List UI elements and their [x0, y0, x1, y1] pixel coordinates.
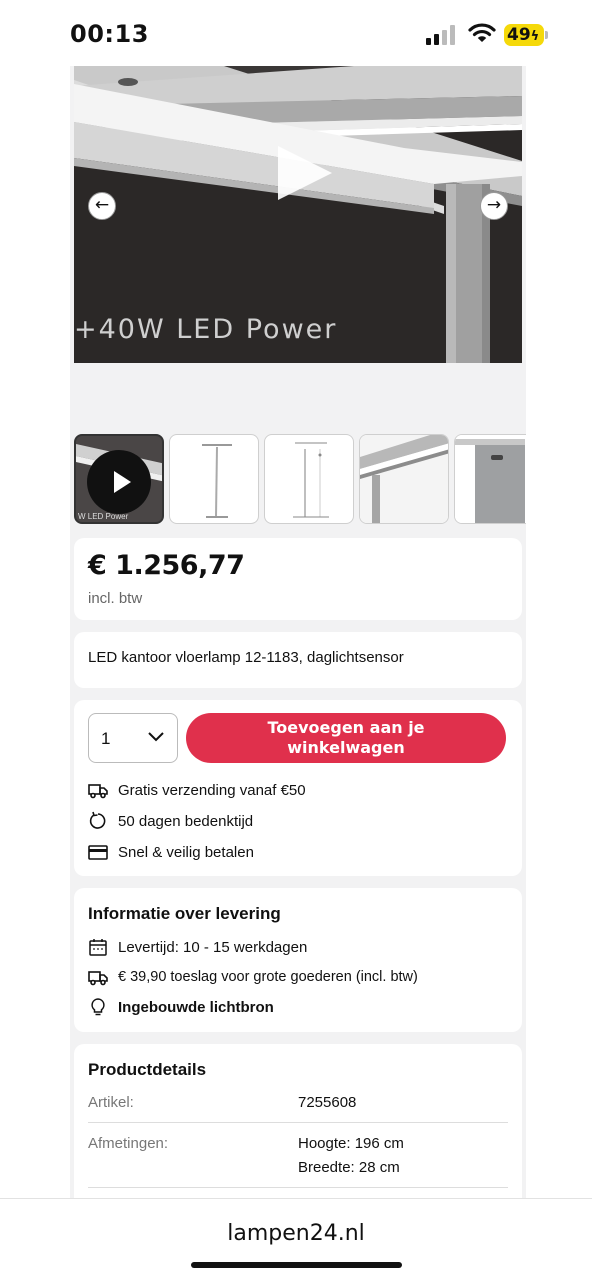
benefit-text: Snel & veilig betalen: [118, 843, 254, 861]
product-title-card: LED kantoor vloerlamp 12-1183, daglichts…: [74, 632, 522, 688]
product-title: LED kantoor vloerlamp 12-1183, daglichts…: [88, 649, 404, 666]
benefit-row: Gratis verzending vanaf €50: [88, 779, 306, 801]
status-time: 00:13: [70, 20, 149, 48]
divider: [88, 1187, 508, 1188]
dimensions-label: Afmetingen:: [88, 1135, 169, 1152]
battery-indicator: 49ϟ: [504, 24, 544, 46]
price-card: € 1.256,77 incl. btw: [74, 538, 522, 620]
surcharge-text: € 39,90 toeslag voor grote goederen (inc…: [118, 969, 418, 985]
card-icon: [88, 845, 108, 860]
page-content[interactable]: +40W LED Power ← → W LED Power € 1.256,7…: [70, 66, 526, 1198]
dimension-drawing: [293, 442, 329, 518]
thumbnail-5[interactable]: [454, 434, 526, 524]
delivery-row: Ingebouwde lichtbron: [88, 996, 274, 1018]
details-title: Productdetails: [88, 1060, 207, 1079]
cart-card: 1 Toevoegen aan je winkelwagen Gratis ve…: [74, 700, 522, 876]
delivery-card: Informatie over levering Levertijd: 10 -…: [74, 888, 522, 1032]
product-details-card: Productdetails Artikel: 7255608 Afmeting…: [74, 1044, 522, 1198]
status-bar: 00:13 49ϟ: [0, 0, 592, 66]
add-to-cart-label-line2: winkelwagen: [287, 738, 405, 757]
lamp-head-photo: [360, 435, 448, 523]
article-label: Artikel:: [88, 1094, 134, 1111]
battery-nub: [545, 31, 548, 39]
chevron-down-icon: [148, 732, 164, 742]
thumbnail-3[interactable]: [264, 434, 354, 524]
thumbnail-caption: W LED Power: [78, 512, 129, 521]
video-caption: +40W LED Power: [74, 314, 338, 345]
battery-level: 49: [507, 25, 531, 45]
truck-icon: [88, 784, 108, 799]
article-value: 7255608: [298, 1094, 357, 1111]
truck-icon: [88, 971, 108, 986]
arrow-right-icon: →: [486, 195, 502, 215]
delivery-title: Informatie over levering: [88, 904, 281, 923]
add-to-cart-button[interactable]: Toevoegen aan je winkelwagen: [186, 713, 506, 763]
benefit-row: Snel & veilig betalen: [88, 841, 254, 863]
calendar-icon: [89, 939, 107, 956]
product-video[interactable]: +40W LED Power: [74, 66, 522, 363]
browser-address-bar[interactable]: lampen24.nl: [0, 1198, 592, 1280]
benefit-row: 50 dagen bedenktijd: [88, 810, 253, 832]
url-text[interactable]: lampen24.nl: [0, 1221, 592, 1246]
benefit-text: Gratis verzending vanaf €50: [118, 781, 306, 799]
play-icon[interactable]: [278, 146, 332, 200]
height-value: Hoogte: 196 cm: [298, 1135, 404, 1152]
thumbnail-video[interactable]: W LED Power: [74, 434, 164, 524]
quantity-value: 1: [101, 729, 111, 748]
charging-bolt-icon: ϟ: [530, 29, 540, 44]
thumbnail-strip[interactable]: W LED Power: [74, 434, 526, 524]
return-icon: [89, 811, 106, 829]
product-price: € 1.256,77: [88, 550, 245, 581]
width-value: Breedte: 28 cm: [298, 1159, 400, 1176]
lamp-detail-photo: [455, 435, 525, 523]
delivery-row: € 39,90 toeslag voor grote goederen (inc…: [88, 966, 418, 988]
price-vat-note: incl. btw: [88, 590, 143, 607]
thumbnail-2[interactable]: [169, 434, 259, 524]
thumbnail-4[interactable]: [359, 434, 449, 524]
next-image-button[interactable]: →: [480, 192, 508, 220]
quantity-select[interactable]: 1: [88, 713, 178, 763]
benefit-text: 50 dagen bedenktijd: [118, 812, 254, 830]
cellular-signal-icon: [426, 25, 455, 45]
light-source-text: Ingebouwde lichtbron: [118, 998, 274, 1016]
home-indicator[interactable]: [191, 1262, 402, 1268]
divider: [88, 1122, 508, 1123]
light-bulb-icon: [91, 998, 105, 1016]
add-to-cart-label-line1: Toevoegen aan je: [267, 718, 425, 737]
play-icon: [87, 450, 151, 514]
lead-time-text: Levertijd: 10 - 15 werkdagen: [118, 938, 308, 956]
floor-lamp-drawing: [202, 444, 232, 518]
delivery-row: Levertijd: 10 - 15 werkdagen: [88, 936, 307, 958]
previous-image-button[interactable]: ←: [88, 192, 116, 220]
arrow-left-icon: ←: [94, 195, 110, 215]
wifi-icon: [468, 23, 496, 42]
